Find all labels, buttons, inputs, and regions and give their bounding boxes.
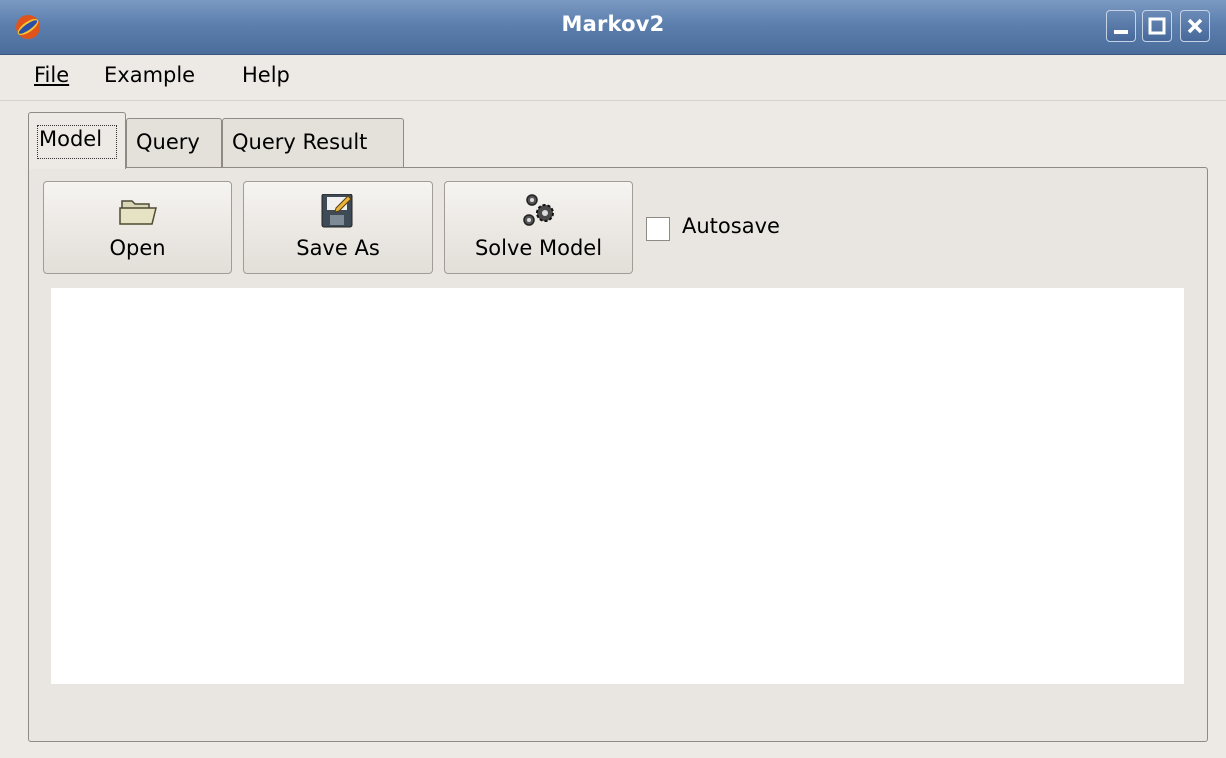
close-icon bbox=[1187, 18, 1203, 34]
tab-query-label: Query bbox=[136, 130, 200, 154]
autosave-checkbox[interactable] bbox=[646, 217, 670, 241]
folder-open-icon bbox=[119, 200, 157, 225]
tab-query[interactable]: Query bbox=[126, 118, 222, 168]
save-as-button-label: Save As bbox=[296, 236, 380, 260]
maximize-icon bbox=[1148, 17, 1166, 35]
minimize-button[interactable] bbox=[1106, 10, 1136, 42]
app-window: Markov2 File Example Help Query Query Re… bbox=[0, 0, 1226, 758]
window-title: Markov2 bbox=[561, 12, 665, 36]
menu-file[interactable]: File bbox=[32, 63, 71, 87]
model-editor[interactable] bbox=[51, 288, 1184, 684]
solve-model-button-label: Solve Model bbox=[474, 236, 603, 260]
menu-file-label: File bbox=[34, 63, 70, 87]
tab-model[interactable]: Model bbox=[28, 112, 126, 169]
menu-help-label: Help bbox=[242, 63, 290, 87]
save-as-button[interactable]: Save As bbox=[243, 181, 433, 274]
menu-example[interactable]: Example bbox=[102, 63, 197, 87]
tab-query-result[interactable]: Query Result bbox=[222, 118, 404, 168]
minimize-icon bbox=[1114, 30, 1128, 34]
maximize-button[interactable] bbox=[1142, 10, 1172, 42]
open-button[interactable]: Open bbox=[43, 181, 232, 274]
close-button[interactable] bbox=[1180, 10, 1210, 42]
menu-example-label: Example bbox=[104, 63, 196, 87]
tab-model-label: Model bbox=[39, 127, 103, 151]
title-bar[interactable]: Markov2 bbox=[0, 0, 1226, 55]
menu-help[interactable]: Help bbox=[240, 63, 292, 87]
floppy-save-icon bbox=[321, 193, 353, 228]
gears-icon bbox=[523, 194, 554, 226]
autosave-label: Autosave bbox=[682, 214, 780, 238]
solve-model-button[interactable]: Solve Model bbox=[444, 181, 633, 274]
tab-query-result-label: Query Result bbox=[232, 130, 368, 154]
menu-bar: File Example Help bbox=[0, 55, 1226, 101]
open-button-label: Open bbox=[109, 236, 166, 260]
